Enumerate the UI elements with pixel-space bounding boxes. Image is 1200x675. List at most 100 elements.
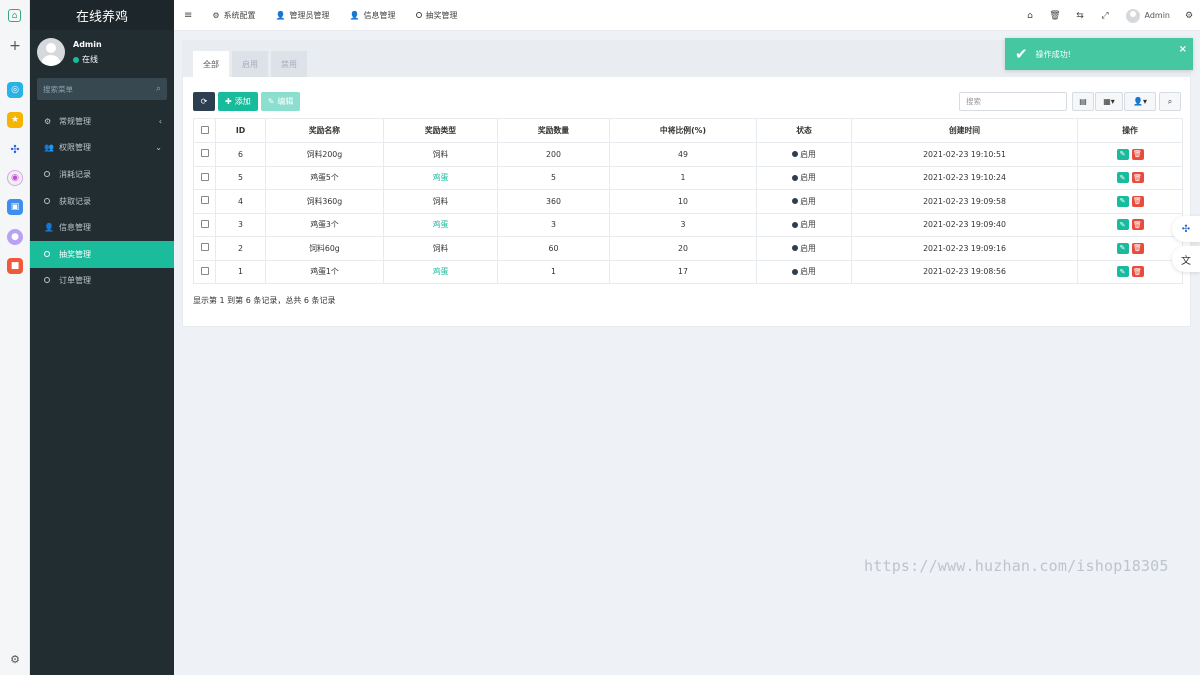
chevron-down-icon: ⌄ bbox=[155, 143, 162, 153]
circle-icon bbox=[415, 12, 422, 18]
tab-disabled[interactable]: 禁用 bbox=[271, 51, 307, 77]
status-dot-icon bbox=[792, 174, 799, 181]
group-icon: 👥 bbox=[44, 143, 54, 153]
add-button[interactable]: ✚ 添加 bbox=[218, 92, 258, 111]
cogs-icon[interactable]: ⚙ bbox=[1178, 11, 1200, 21]
edit-row-button[interactable]: ✎ bbox=[1116, 242, 1129, 254]
sidebar-item-obtain[interactable]: 获取记录 bbox=[30, 188, 174, 215]
tab-enabled[interactable]: 启用 bbox=[232, 51, 268, 77]
edit-row-button[interactable]: ✎ bbox=[1116, 172, 1129, 184]
status-dot-icon bbox=[792, 268, 799, 275]
delete-row-button[interactable]: 🗑 bbox=[1131, 195, 1144, 207]
column-header[interactable]: ID bbox=[215, 118, 266, 143]
select-cell[interactable] bbox=[193, 212, 216, 237]
select-cell[interactable] bbox=[193, 189, 216, 214]
ai-app-icon[interactable]: ◉ bbox=[7, 170, 23, 186]
delete-row-button[interactable]: 🗑 bbox=[1131, 266, 1144, 278]
sidebar-item-info[interactable]: 👤 信息管理 bbox=[30, 214, 174, 241]
home-icon[interactable]: ⌂ bbox=[1018, 11, 1043, 21]
edit-row-button[interactable]: ✎ bbox=[1116, 148, 1129, 160]
plus-icon[interactable]: + bbox=[7, 38, 23, 54]
menu-toggle-icon[interactable]: ≡ bbox=[174, 0, 202, 31]
row-checkbox[interactable] bbox=[200, 243, 209, 252]
select-cell[interactable] bbox=[193, 236, 216, 261]
top-user-menu[interactable]: Admin bbox=[1118, 8, 1179, 23]
translate-float-icon[interactable]: 文 bbox=[1172, 246, 1200, 272]
cell-status: 启用 bbox=[756, 189, 852, 214]
column-header[interactable]: 中将比例(%) bbox=[609, 118, 757, 143]
edit-row-button[interactable]: ✎ bbox=[1116, 219, 1129, 231]
delete-row-button[interactable]: 🗑 bbox=[1131, 148, 1144, 160]
trash-icon[interactable]: 🗑 bbox=[1043, 11, 1068, 21]
bot-app-icon[interactable]: ● bbox=[7, 229, 23, 245]
close-icon[interactable]: × bbox=[1179, 44, 1187, 55]
settings-icon[interactable]: ⚙ bbox=[7, 651, 23, 667]
network-app-icon[interactable]: ✣ bbox=[7, 141, 23, 157]
select-all-cell[interactable] bbox=[193, 118, 216, 143]
toggle-view-button[interactable]: ▤ bbox=[1072, 92, 1094, 111]
cell-actions: ✎ 🗑 bbox=[1077, 259, 1183, 284]
top-nav-lottery-manage[interactable]: 抽奖管理 bbox=[406, 0, 468, 31]
cell-id: 4 bbox=[215, 189, 266, 214]
sidebar-search-input[interactable] bbox=[43, 84, 143, 94]
sidebar-search: ⌕ bbox=[37, 78, 167, 100]
column-header[interactable]: 奖励类型 bbox=[383, 118, 498, 143]
app-icon-1[interactable]: ◎ bbox=[7, 82, 23, 98]
sidebar-item-lottery[interactable]: 抽奖管理 bbox=[30, 240, 174, 268]
edit-row-button[interactable]: ✎ bbox=[1116, 266, 1129, 278]
app-title[interactable]: 在线养鸡 bbox=[30, 0, 174, 30]
sidebar-item-regular[interactable]: ⚙ 常规管理 ‹ bbox=[30, 108, 174, 135]
home-icon[interactable]: ⌂ bbox=[8, 9, 21, 22]
status-label: 启用 bbox=[800, 149, 816, 159]
export-button[interactable]: 👤▾ bbox=[1124, 92, 1156, 111]
delete-row-button[interactable]: 🗑 bbox=[1131, 219, 1144, 231]
column-header[interactable]: 奖励名称 bbox=[265, 118, 384, 143]
select-cell[interactable] bbox=[193, 142, 216, 167]
cell-id: 2 bbox=[215, 236, 266, 261]
top-nav-system-config[interactable]: ⚙ 系统配置 bbox=[202, 0, 265, 31]
row-checkbox[interactable] bbox=[200, 219, 209, 228]
language-icon[interactable]: ⇆ bbox=[1068, 11, 1093, 21]
cell-qty: 60 bbox=[497, 236, 610, 261]
network-float-icon[interactable]: ✣ bbox=[1172, 216, 1200, 242]
gear-icon: ⚙ bbox=[212, 10, 220, 20]
table-search-input[interactable] bbox=[959, 92, 1067, 111]
edit-row-button[interactable]: ✎ bbox=[1116, 195, 1129, 207]
sidebar-item-permission[interactable]: 👥 权限管理 ⌄ bbox=[30, 135, 174, 162]
edit-button[interactable]: ✎ 编辑 bbox=[260, 92, 301, 111]
sidebar-item-label: 信息管理 bbox=[59, 223, 91, 233]
select-all-checkbox[interactable] bbox=[200, 125, 209, 134]
tab-all[interactable]: 全部 bbox=[193, 51, 229, 77]
search-icon[interactable]: ⌕ bbox=[156, 84, 161, 94]
delete-row-button[interactable]: 🗑 bbox=[1131, 172, 1144, 184]
top-header: ≡ ⚙ 系统配置 👤 管理员管理 👤 信息管理 抽奖管理 ⌂ 🗑 ⇆ ⤢ Adm… bbox=[174, 0, 1200, 31]
game-app-icon[interactable]: ■ bbox=[7, 258, 23, 274]
sidebar-item-consume[interactable]: 消耗记录 bbox=[30, 161, 174, 188]
cell-name: 鸡蛋5个 bbox=[265, 165, 384, 190]
cell-created: 2021-02-23 19:09:40 bbox=[851, 212, 1078, 237]
fullscreen-icon[interactable]: ⤢ bbox=[1093, 11, 1118, 21]
ai-chat-app-icon[interactable]: ▣ bbox=[7, 199, 23, 215]
row-checkbox[interactable] bbox=[200, 149, 209, 158]
columns-button[interactable]: ▦▾ bbox=[1095, 92, 1123, 111]
star-app-icon[interactable]: ★ bbox=[7, 112, 23, 128]
circle-icon bbox=[44, 276, 56, 285]
row-checkbox[interactable] bbox=[200, 266, 209, 275]
delete-row-button[interactable]: 🗑 bbox=[1131, 242, 1144, 254]
row-checkbox[interactable] bbox=[200, 196, 209, 205]
circle-icon bbox=[44, 197, 56, 206]
sidebar-item-order[interactable]: 订单管理 bbox=[30, 268, 174, 295]
select-cell[interactable] bbox=[193, 165, 216, 190]
cell-id: 6 bbox=[215, 142, 266, 167]
select-cell[interactable] bbox=[193, 259, 216, 284]
top-nav-info-manage[interactable]: 👤 信息管理 bbox=[340, 0, 406, 31]
refresh-button[interactable]: ⟳ bbox=[193, 92, 215, 111]
cell-actions: ✎ 🗑 bbox=[1077, 165, 1183, 190]
column-header[interactable]: 奖励数量 bbox=[497, 118, 610, 143]
column-header[interactable]: 创建时间 bbox=[851, 118, 1078, 143]
column-header[interactable]: 状态 bbox=[756, 118, 852, 143]
advanced-search-button[interactable]: ⌕ bbox=[1159, 92, 1181, 111]
top-nav-admin-manage[interactable]: 👤 管理员管理 bbox=[266, 0, 340, 31]
cell-status: 启用 bbox=[756, 212, 852, 237]
row-checkbox[interactable] bbox=[200, 172, 209, 181]
